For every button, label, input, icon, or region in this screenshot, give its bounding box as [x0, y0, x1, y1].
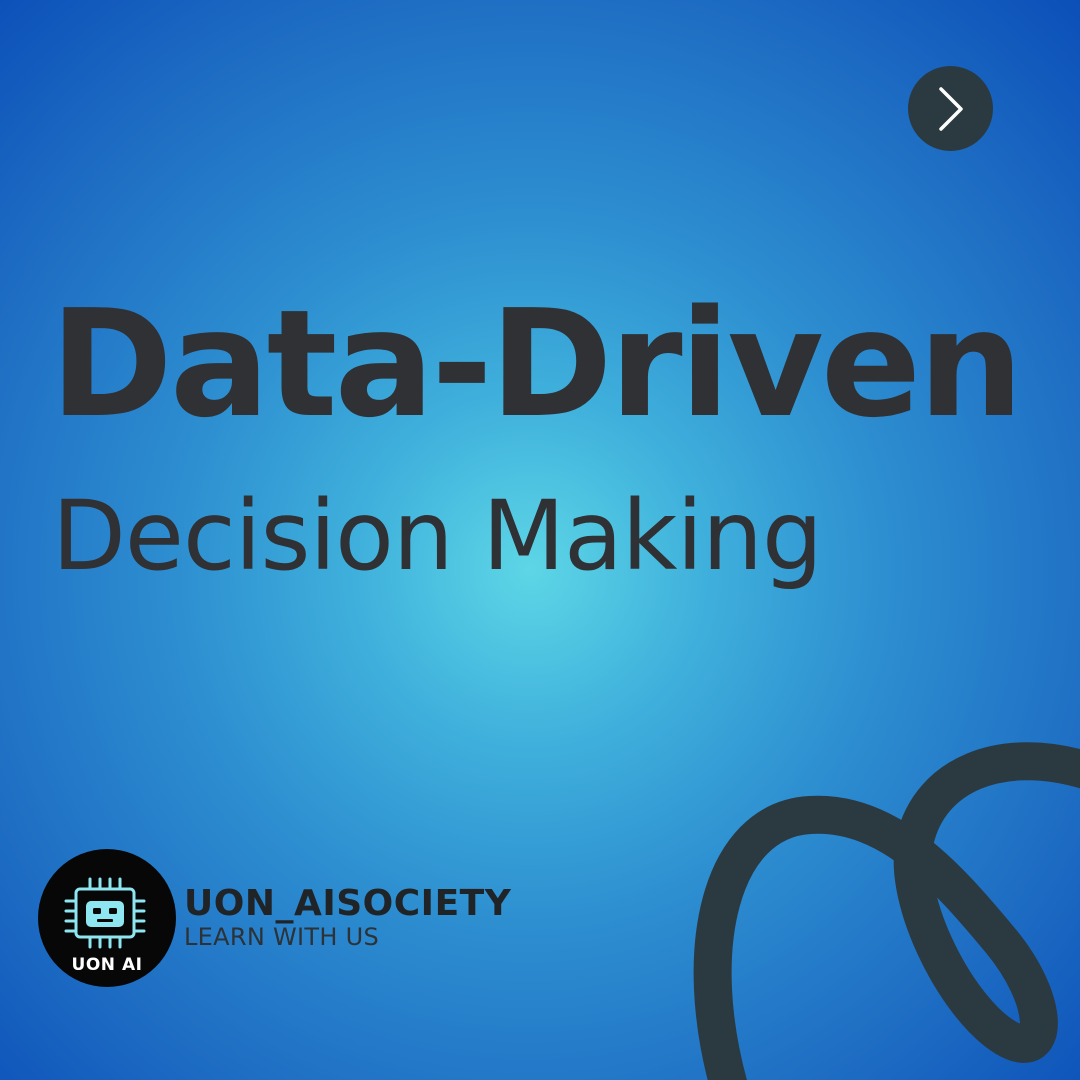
brand-text: UON_AISOCIETY LEARN WITH US	[184, 882, 512, 952]
logo-label: UON AI	[71, 955, 143, 975]
slide-title: Data-Driven	[50, 278, 1024, 450]
next-slide-button[interactable]	[908, 66, 993, 151]
brand-name: UON_AISOCIETY	[184, 882, 512, 924]
slide-canvas: Data-Driven Decision Making UON AI UON_A…	[0, 0, 1080, 1080]
brand-tagline: LEARN WITH US	[184, 922, 380, 951]
slide-subtitle: Decision Making	[52, 480, 823, 592]
brand-block: UON AI UON_AISOCIETY LEARN WITH US	[38, 848, 511, 988]
chevron-right-icon	[938, 86, 963, 131]
uon-ai-logo: UON AI	[38, 849, 176, 987]
